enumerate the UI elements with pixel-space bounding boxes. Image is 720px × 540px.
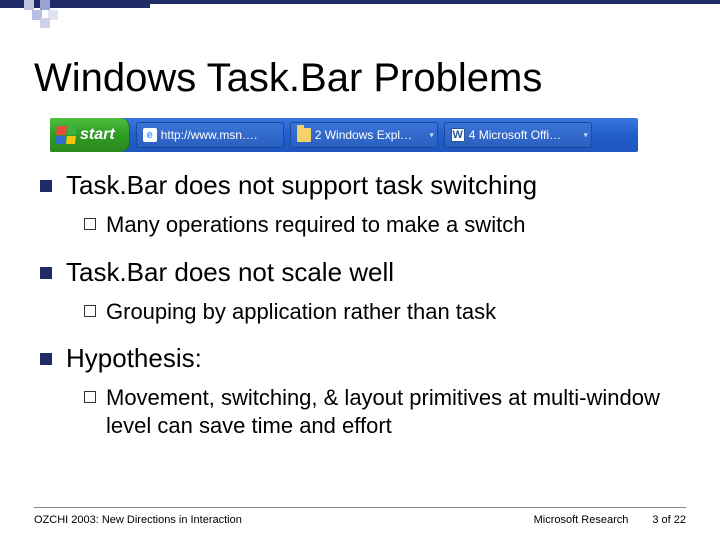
square-bullet-icon	[40, 267, 52, 279]
taskbar-item-label: 4 Microsoft Offi…	[469, 128, 561, 142]
bullet-text: Task.Bar does not support task switching	[66, 170, 537, 201]
bullet-text: Movement, switching, & layout primitives…	[106, 384, 680, 439]
footer-left: OZCHI 2003: New Directions in Interactio…	[34, 514, 242, 526]
square-bullet-icon	[40, 353, 52, 365]
bullet-text: Hypothesis:	[66, 343, 202, 374]
bullet-level2: Movement, switching, & layout primitives…	[84, 384, 680, 439]
footer-center: Microsoft Research	[534, 514, 629, 526]
hollow-square-bullet-icon	[84, 391, 96, 403]
taskbar-item-label: http://www.msn….	[161, 128, 258, 142]
chevron-down-icon: ▾	[430, 131, 434, 140]
ie-icon: e	[143, 128, 157, 142]
slide-title: Windows Task.Bar Problems	[34, 56, 542, 101]
taskbar-item-label: 2 Windows Expl…	[315, 128, 412, 142]
slide-top-decoration	[0, 0, 720, 28]
taskbar-image: start e http://www.msn…. 2 Windows Expl……	[50, 118, 638, 152]
folder-icon	[297, 128, 311, 142]
taskbar-item-ie: e http://www.msn….	[136, 122, 284, 148]
square-bullet-icon	[40, 180, 52, 192]
chevron-down-icon: ▾	[584, 131, 588, 140]
bullet-level1: Task.Bar does not support task switching	[40, 170, 680, 201]
footer-page-number: 3 of 22	[652, 514, 686, 526]
bullet-level2: Many operations required to make a switc…	[84, 211, 680, 239]
bullet-text: Many operations required to make a switc…	[106, 211, 525, 239]
hollow-square-bullet-icon	[84, 305, 96, 317]
bullet-level2: Grouping by application rather than task	[84, 298, 680, 326]
taskbar-item-explorer: 2 Windows Expl… ▾	[290, 122, 438, 148]
taskbar-item-word: W 4 Microsoft Offi… ▾	[444, 122, 592, 148]
windows-logo-icon	[55, 126, 77, 144]
slide-footer: OZCHI 2003: New Directions in Interactio…	[34, 507, 686, 526]
start-label: start	[80, 126, 115, 144]
bullet-content: Task.Bar does not support task switching…	[40, 170, 680, 457]
bullet-text: Grouping by application rather than task	[106, 298, 496, 326]
bullet-text: Task.Bar does not scale well	[66, 257, 394, 288]
hollow-square-bullet-icon	[84, 218, 96, 230]
start-button: start	[50, 118, 130, 152]
bullet-level1: Hypothesis:	[40, 343, 680, 374]
word-icon: W	[451, 128, 465, 142]
bullet-level1: Task.Bar does not scale well	[40, 257, 680, 288]
